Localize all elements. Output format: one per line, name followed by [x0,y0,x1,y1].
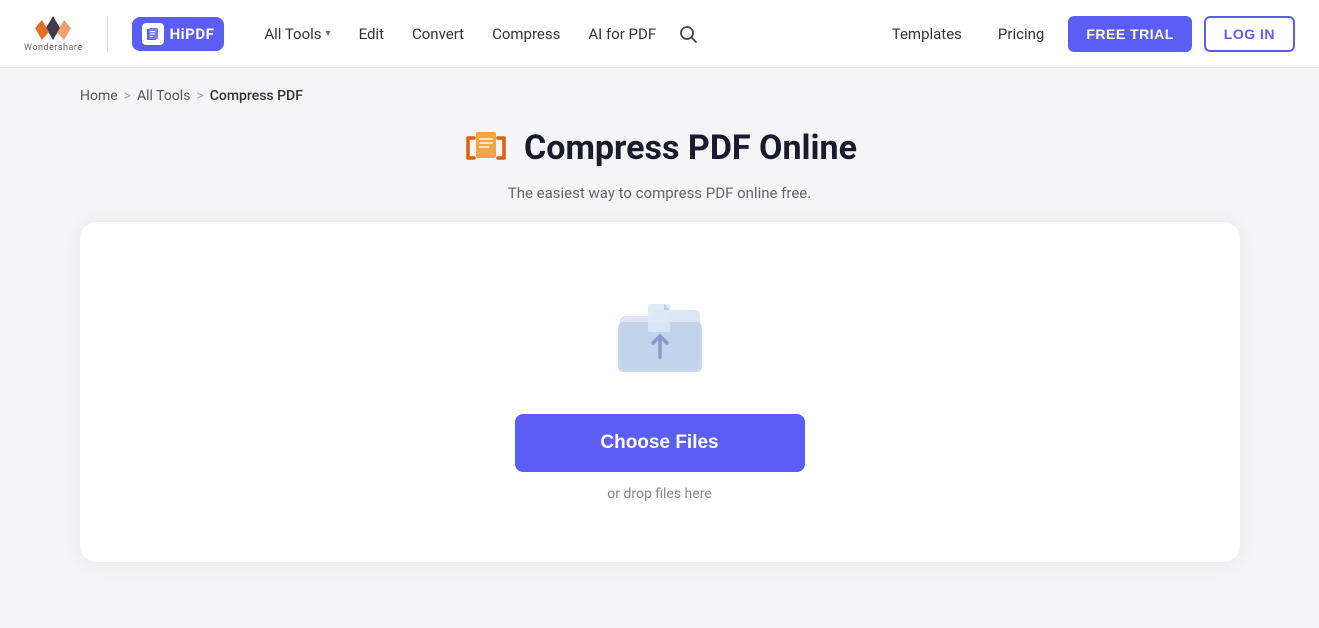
page-content: Compress PDF Online The easiest way to c… [0,114,1319,582]
drop-hint: or drop files here [607,486,711,502]
breadcrumb-home[interactable]: Home [80,88,118,104]
nav-divider [107,16,108,52]
nav-convert[interactable]: Convert [400,17,476,51]
hipdf-label: HiPDF [170,25,215,43]
page-title-area: Compress PDF Online [462,124,857,172]
upload-card: Choose Files or drop files here [80,222,1240,562]
choose-files-button[interactable]: Choose Files [515,414,805,472]
wondershare-logo[interactable]: Wondershare [24,14,83,53]
breadcrumb-sep-2: > [196,88,203,104]
wondershare-label: Wondershare [24,43,83,53]
breadcrumb-all-tools[interactable]: All Tools [137,88,190,104]
nav-right: Templates Pricing FREE TRIAL LOG IN [880,16,1295,52]
nav-edit[interactable]: Edit [347,17,396,51]
breadcrumb-current: Compress PDF [210,88,303,104]
nav-pricing[interactable]: Pricing [986,17,1056,51]
hipdf-badge[interactable]: HiPDF [132,17,225,51]
page-subtitle: The easiest way to compress PDF online f… [508,184,811,202]
nav-all-tools[interactable]: All Tools ▾ [252,17,342,51]
breadcrumb-sep-1: > [124,88,131,104]
compress-pdf-icon [462,124,510,172]
nav-templates[interactable]: Templates [880,17,974,51]
nav-links: All Tools ▾ Edit Convert Compress AI for… [252,17,879,51]
breadcrumb: Home > All Tools > Compress PDF [0,68,1319,114]
nav-compress[interactable]: Compress [480,17,572,51]
search-icon[interactable] [672,18,704,50]
page-title: Compress PDF Online [524,128,857,168]
free-trial-button[interactable]: FREE TRIAL [1068,16,1191,52]
navbar: Wondershare HiPDF All Tools ▾ Edit [0,0,1319,68]
logo-area: Wondershare HiPDF [24,14,224,53]
upload-illustration [610,292,710,386]
all-tools-chevron: ▾ [326,28,331,39]
folder-upload-icon [610,292,710,382]
hipdf-badge-icon [142,23,164,45]
nav-ai-for-pdf[interactable]: AI for PDF [576,17,668,51]
login-button[interactable]: LOG IN [1204,16,1295,52]
